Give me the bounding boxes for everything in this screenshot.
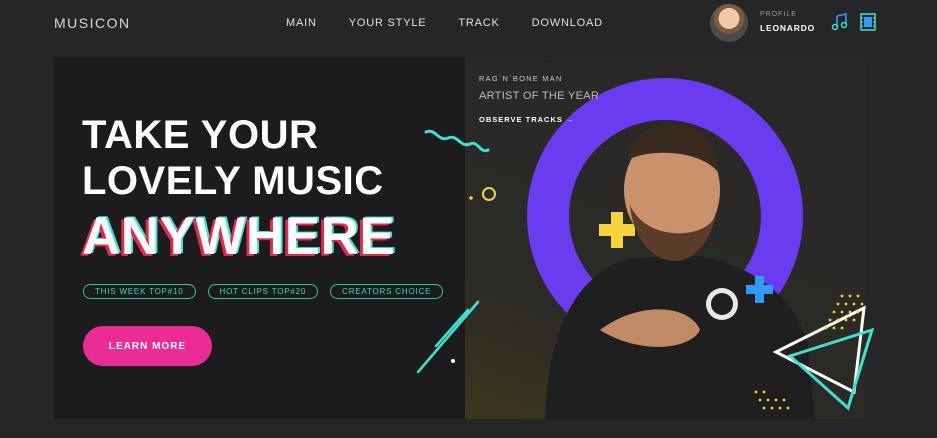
music-note-icon[interactable] [830, 12, 850, 32]
top-navigation-bar: MUSICON MAIN YOUR STYLE TRACK DOWNLOAD P… [0, 0, 937, 46]
headline-line-1: TAKE YOUR [82, 113, 319, 157]
app-logo[interactable]: MUSICON [54, 15, 131, 31]
headline-line-2: LOVELY MUSIC [82, 159, 384, 203]
nav-item-your-style[interactable]: YOUR STYLE [349, 17, 427, 29]
yellow-plus-graphic [599, 212, 635, 248]
yellow-circle-graphic [482, 187, 496, 201]
tag-hot-clips-top[interactable]: HOT CLIPS TOP#20 [207, 284, 319, 299]
tag-list: THIS WEEK TOP#10 HOT CLIPS TOP#20 CREATO… [83, 284, 444, 299]
observe-tracks-link[interactable]: OBSERVE TRACKS → [479, 115, 574, 124]
profile-avatar[interactable] [710, 4, 748, 42]
artist-name: RAG`N`BONE MAN [479, 74, 563, 83]
tag-this-week-top[interactable]: THIS WEEK TOP#10 [83, 284, 196, 299]
artist-award-title: ARTIST OF THE YEAR [479, 90, 600, 102]
tag-creators-choice[interactable]: CREATORS CHOICE [330, 284, 444, 299]
film-icon[interactable] [858, 12, 878, 32]
main-nav: MAIN YOUR STYLE TRACK DOWNLOAD [286, 17, 603, 29]
nav-item-main[interactable]: MAIN [286, 17, 317, 29]
yellow-dot-graphic [469, 196, 473, 200]
headline-line-3: ANYWHERE [82, 207, 396, 266]
profile-caption: PROFILE [760, 11, 797, 18]
profile-name[interactable]: LEONARDO [760, 23, 815, 33]
nav-item-track[interactable]: TRACK [458, 17, 499, 29]
hero-headline: TAKE YOUR LOVELY MUSIC ANYWHERE [82, 112, 395, 266]
nav-item-download[interactable]: DOWNLOAD [532, 17, 603, 29]
learn-more-button[interactable]: LEARN MORE [83, 326, 212, 366]
